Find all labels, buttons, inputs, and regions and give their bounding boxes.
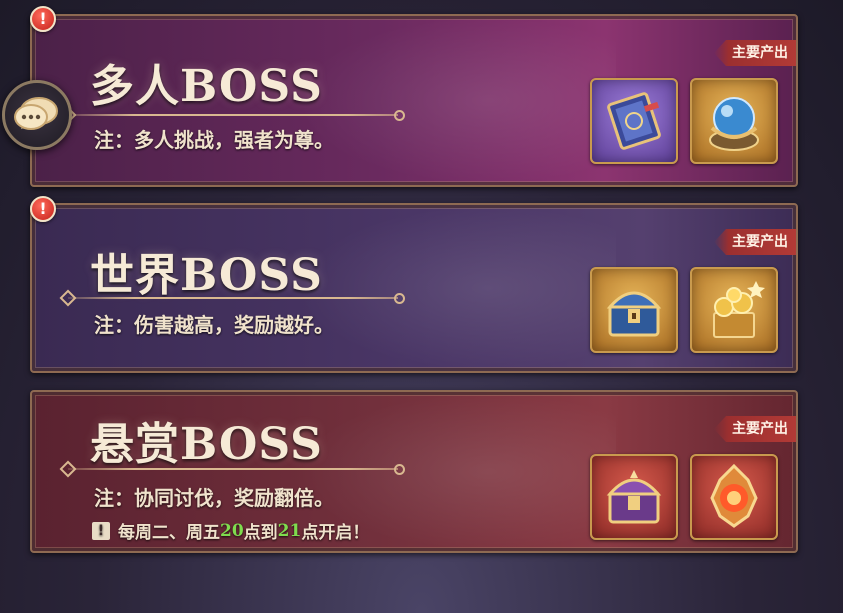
alert-badge-icon: ! [30, 6, 56, 32]
panel-title: 悬赏BOSS [90, 419, 323, 470]
panel-note: 注：协同讨伐，奖励翻倍。 [94, 486, 334, 510]
schedule-end-hour: 21 [277, 520, 302, 541]
chat-bubble-icon [14, 97, 58, 130]
schedule-days: 每周二、周五 [118, 523, 220, 543]
schedule-suffix: 点开启！ [301, 523, 370, 543]
frame-corner [32, 361, 42, 371]
alert-badge-icon: ! [30, 196, 56, 222]
panel-bounty-boss[interactable]: 悬赏BOSS 注：协同讨伐，奖励翻倍。 ! 每周二、周五 20 点到 21 点开… [30, 390, 798, 553]
spellbook-icon [607, 92, 661, 150]
fire-gem-icon [710, 463, 758, 528]
reward-items [590, 454, 778, 540]
frame-corner [786, 392, 796, 402]
reward-items [590, 78, 778, 164]
title-divider [68, 110, 405, 121]
frame-corner [786, 175, 796, 185]
schedule-notice: ! 每周二、周五 20 点到 21 点开启！ [92, 518, 369, 543]
royal-chest-icon [606, 470, 662, 524]
crystal-orb-icon [709, 97, 759, 151]
reward-items [590, 267, 778, 353]
reward-item[interactable] [690, 454, 778, 540]
treasure-chest-icon [606, 291, 662, 337]
panel-title: 世界BOSS [90, 250, 323, 301]
warning-icon: ! [92, 521, 110, 540]
frame-corner [786, 541, 796, 551]
main-output-tag: 主要产出 [714, 40, 796, 66]
frame-corner [786, 205, 796, 215]
reward-item[interactable] [590, 78, 678, 164]
title-divider [68, 293, 405, 304]
main-output-tag: 主要产出 [714, 229, 796, 255]
reward-item[interactable] [590, 454, 678, 540]
panel-note: 注：多人挑战，强者为尊。 [94, 128, 334, 152]
frame-corner [786, 16, 796, 26]
frame-corner [32, 175, 42, 185]
chat-button[interactable] [2, 80, 72, 150]
frame-corner [32, 541, 42, 551]
main-output-tag: 主要产出 [714, 416, 796, 442]
frame-corner [786, 361, 796, 371]
reward-item[interactable] [690, 267, 778, 353]
title-divider [68, 464, 405, 475]
schedule-start-hour: 20 [220, 520, 244, 541]
gold-pile-icon [713, 281, 765, 338]
reward-item[interactable] [590, 267, 678, 353]
reward-item[interactable] [690, 78, 778, 164]
panel-title: 多人BOSS [90, 61, 323, 112]
background-art [296, 205, 616, 371]
panel-world-boss[interactable]: 世界BOSS 注：伤害越高，奖励越好。 主要产出 [30, 203, 798, 373]
panel-multiplayer-boss[interactable]: 多人BOSS 注：多人挑战，强者为尊。 主要产出 [30, 14, 798, 187]
frame-corner [32, 392, 42, 402]
panel-note: 注：伤害越高，奖励越好。 [94, 313, 334, 337]
background-art [296, 16, 616, 185]
schedule-to: 点到 [243, 523, 278, 543]
